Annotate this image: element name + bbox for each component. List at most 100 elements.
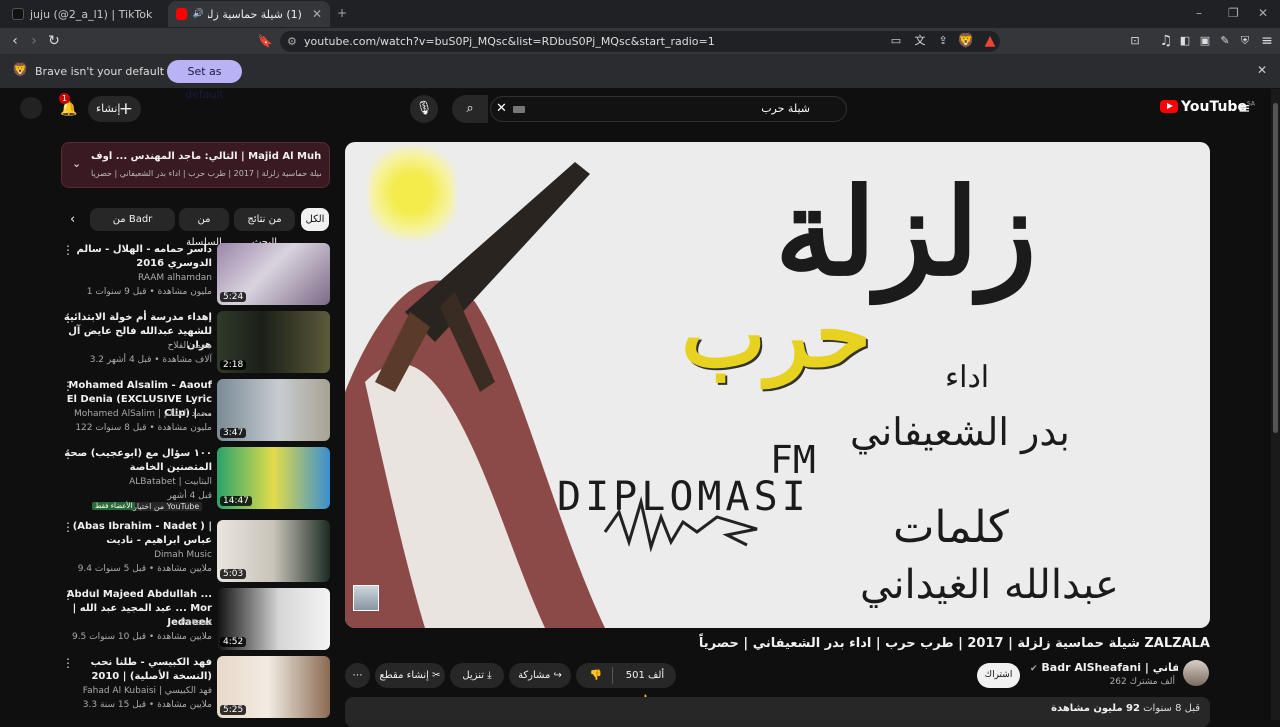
sidebar-icon[interactable]: ◧ — [1176, 32, 1194, 50]
rec-channel[interactable]: Rotana — [62, 618, 212, 628]
cast-icon[interactable]: ▭ — [887, 32, 905, 50]
chips-left-arrow-icon[interactable]: ‹ — [70, 212, 75, 227]
search-input[interactable]: ✕ شيلة حرب — [490, 96, 847, 122]
forward-icon[interactable]: › — [25, 32, 43, 50]
art-performer-name: بدر الشعيفاني — [850, 410, 1070, 454]
translate-icon[interactable]: 文 — [911, 32, 929, 50]
tab-youtube[interactable]: 🔊 (1) شيلة حماسية زلزلة | 2017 | ✕ — [168, 1, 330, 27]
rec-channel[interactable]: محمد الفلاح — [62, 341, 212, 351]
rec-channel[interactable]: Dimah Music — [62, 550, 212, 560]
clip-button[interactable]: إنشاء مقطع ✂ — [375, 663, 445, 688]
search-button-icon[interactable]: ⌕ — [452, 95, 488, 123]
recommendation-item[interactable]: 3:47 ⋮ Mohamed Alsalim - Aaouf El Denia … — [62, 379, 330, 443]
scrollbar-thumb[interactable] — [1273, 103, 1278, 433]
rec-meta: 3.2 آلاف مشاهدة • قبل 4 أشهر — [89, 355, 212, 365]
close-infobar-icon[interactable]: ✕ — [1257, 63, 1267, 77]
close-window-icon[interactable]: ✕ — [1258, 6, 1268, 20]
url-text: youtube.com/watch?v=buS0Pj_MQsc&list=RDb… — [304, 35, 715, 48]
rec-meta: 9.4 ملايين مشاهدة • قبل 5 سنوات — [77, 564, 212, 574]
menu-icon[interactable]: ≡ — [1258, 32, 1276, 50]
recommendation-item[interactable]: 5:25 ⋮ فهد الكبيسي - طلنا نحب (النسخة ال… — [62, 656, 330, 720]
dislike-icon[interactable]: 👎 — [582, 663, 610, 688]
create-button[interactable]: إنشاء + — [88, 96, 141, 122]
close-tab-icon[interactable]: ✕ — [312, 7, 322, 21]
default-browser-infobar: 🦁 Brave isn't your default browser Set a… — [0, 54, 1280, 101]
rec-title: فهد الكبيسي - طلنا نحب (النسخة الأصلية) … — [90, 657, 212, 682]
rec-channel[interactable]: ALBatabet | البتابيت — [62, 477, 212, 487]
video-thumbnail[interactable]: 3:47 — [217, 379, 330, 441]
upload-age: قبل 8 سنوات — [1143, 703, 1200, 714]
rec-channel[interactable]: Fahad Al Kubaisi | فهد الكبيسي — [62, 686, 212, 696]
speaker-icon[interactable]: 🔊 — [193, 9, 204, 19]
share-icon[interactable]: ⇪ — [934, 32, 952, 50]
video-title: شيلة حماسية زلزلة | 2017 | طرب حرب | ادا… — [698, 636, 1210, 651]
guide-menu-icon[interactable]: ≡ — [1238, 99, 1251, 117]
restore-icon[interactable]: ❐ — [1228, 6, 1239, 20]
video-thumbnail[interactable]: 14:47 — [217, 447, 330, 509]
more-actions-icon[interactable]: ⋯ — [345, 663, 370, 688]
description-box[interactable]: قبل 8 سنوات 92 مليون مشاهدة — [345, 697, 1210, 727]
youtube-icon — [176, 8, 187, 20]
reload-icon[interactable]: ↻ — [45, 32, 63, 50]
video-player[interactable]: زلزلة حرب اداء بدر الشعيفاني FM DIPLOMAS… — [345, 142, 1210, 628]
minimize-icon[interactable]: – — [1196, 6, 1202, 20]
chip-channel[interactable]: من Badr AlSheafani — [90, 208, 175, 231]
video-thumbnail[interactable]: 5:03 — [217, 520, 330, 582]
rec-title: (Abas Ibrahim - Nadet ) | عباس ابراهيم -… — [72, 521, 212, 546]
rec-channel[interactable]: RAAM alhamdan — [62, 273, 212, 283]
clear-search-icon[interactable]: ✕ — [496, 97, 507, 121]
recommendation-item[interactable]: 5:03 ⋮ (Abas Ibrahim - Nadet ) | عباس اب… — [62, 520, 330, 584]
verified-icon: ✔ — [1030, 664, 1038, 674]
youtube-pick-badge: من اختيار YouTube — [130, 502, 203, 511]
subscribe-button[interactable]: اشتراك — [977, 663, 1020, 688]
art-performer-label: اداء — [945, 360, 990, 395]
channel-avatar[interactable] — [1183, 660, 1209, 686]
vpn-icon[interactable]: ⛨ — [1236, 32, 1254, 50]
brave-rewards-icon[interactable]: ▲ — [981, 32, 999, 50]
video-thumbnail[interactable]: 5:24 — [217, 243, 330, 305]
download-button[interactable]: تنزيل ⤓ — [450, 663, 504, 688]
new-tab-icon[interactable]: + — [337, 6, 347, 20]
create-label: إنشاء — [96, 102, 121, 115]
share-arrow-icon: ↪ — [553, 670, 562, 681]
bookmark-icon[interactable]: 🔖 — [256, 32, 274, 50]
chip-series[interactable]: من السلسلة — [179, 208, 229, 248]
rec-channel[interactable]: Mohamed AlSalim | محمد السالم — [62, 409, 212, 419]
brave-shields-icon[interactable]: 🦁 — [957, 32, 975, 50]
notification-badge: 1 — [59, 93, 70, 104]
wallet-icon[interactable]: ▣ — [1196, 32, 1214, 50]
avatar[interactable] — [20, 97, 42, 119]
recommendation-item[interactable]: 4:52 ⋮ Abdul Majeed Abdullah ... | عبد ا… — [62, 588, 330, 652]
chip-search-results[interactable]: من نتائج البحث — [234, 208, 295, 248]
share-label: مشاركة — [518, 670, 551, 681]
recommendation-item[interactable]: 2:18 ⋮ إهداء مدرسة أم خولة الابتدائية لل… — [62, 311, 330, 375]
channel-name-text: Badr AlSheafani | بدر الشعيفاني — [1041, 661, 1178, 674]
extensions-icon[interactable]: ✎ — [1216, 32, 1234, 50]
chip-all[interactable]: الكل — [301, 208, 329, 231]
video-thumbnail[interactable]: 2:18 — [217, 311, 330, 373]
playlist-panel[interactable]: ⌄ التالي: ماجد المهندس ... أوف | Majid A… — [61, 142, 330, 188]
site-info-icon[interactable]: ⚙ — [287, 31, 297, 52]
page-scrollbar[interactable] — [1271, 89, 1280, 720]
recommendation-item[interactable]: 5:24 ⋮ داسر حمامه - الهلال - سالم الدوسر… — [62, 243, 330, 307]
notifications-icon[interactable]: 🔔 1 — [55, 93, 83, 123]
view-count: 92 مليون مشاهدة — [1051, 703, 1140, 714]
chevron-down-icon[interactable]: ⌄ — [72, 157, 81, 170]
duration-badge: 5:24 — [220, 292, 247, 302]
rec-meta: قبل 4 أشهر — [167, 491, 212, 501]
tab-title: juju (@2_a_l1) | TikTok — [30, 7, 153, 21]
video-thumbnail[interactable]: 4:52 — [217, 588, 330, 650]
search-value: شيلة حرب — [761, 102, 810, 115]
video-thumbnail[interactable]: 5:25 — [217, 656, 330, 718]
recommendation-item[interactable]: 14:47 ⋮ ١٠٠ سؤال مع (ابوعجيب) صحة المتصن… — [62, 447, 330, 511]
keyboard-icon[interactable] — [513, 106, 525, 113]
back-icon[interactable]: ‹ — [6, 32, 24, 50]
tab-tiktok[interactable]: juju (@2_a_l1) | TikTok — [4, 1, 164, 27]
set-default-button[interactable]: Set as default — [167, 60, 242, 101]
channel-watermark[interactable] — [353, 585, 379, 611]
voice-search-icon[interactable]: 🎙 — [410, 95, 438, 123]
music-icon[interactable]: ♫ — [1157, 32, 1175, 50]
share-button[interactable]: مشاركة ↪ — [509, 663, 571, 688]
channel-name[interactable]: ✔ Badr AlSheafani | بدر الشعيفاني — [1030, 661, 1178, 674]
screenshot-icon[interactable]: ⊡ — [1126, 32, 1144, 50]
